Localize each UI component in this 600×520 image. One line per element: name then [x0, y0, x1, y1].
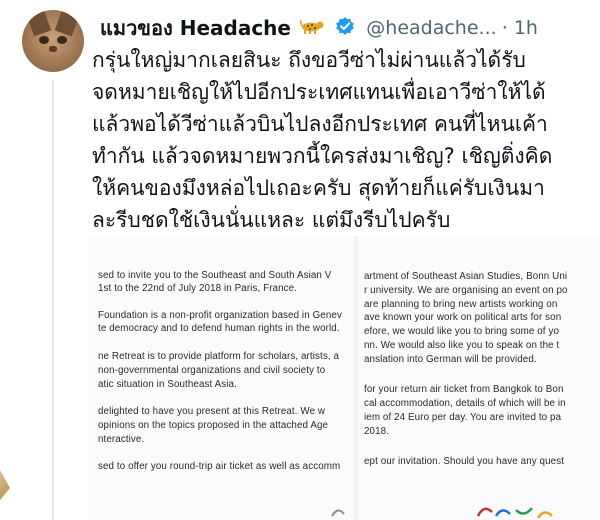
document-line: opinions on the topics proposed in the a… — [98, 420, 329, 431]
document-line: 1st to the 22nd of July 2018 in Paris, F… — [98, 283, 298, 294]
document-line: sed to offer you round-trip air ticket a… — [98, 461, 341, 472]
tweet-text-line: กรุ่นใหญ่มากเลยสินะ ถึงขอวีซ่าไม่ผ่านแล้… — [92, 48, 526, 72]
document-line: are planning to bring new artists workin… — [364, 299, 558, 310]
document-line: ept our invitation. Should you have any … — [364, 456, 565, 467]
document-line: nn. We would also like you to speak on t… — [364, 340, 560, 351]
document-line: 2018. — [364, 426, 390, 437]
tweet-header: แมวของ Headache @headache... · 1h — [100, 12, 600, 42]
tweet-timestamp[interactable]: · 1h — [502, 17, 538, 39]
tweet-text-line: ทำกัน แล้วจดหมายพวกนี้ใครส่งมาเชิญ? เชิญ… — [92, 144, 553, 168]
invitation-letter-image-right[interactable]: artment of Southeast Asian Studies, Bonn… — [358, 236, 600, 520]
author-handle[interactable]: @headache... — [366, 17, 496, 39]
document-line: efore, we would like you to bring some o… — [364, 326, 559, 337]
left-edge-decoration — [0, 470, 10, 500]
document-logo-squiggle — [331, 507, 553, 519]
tweet-text-line: ละรีบชดใช้เงินนั่นแหละ แต่มึงรีบไปครับ — [92, 208, 451, 232]
document-line: cal accommodation, details of which will… — [364, 398, 566, 409]
leopard-emoji-icon — [299, 18, 324, 38]
document-line: Foundation is a non-profit organization … — [98, 310, 342, 321]
document-line: for your return air ticket from Bangkok … — [364, 384, 564, 395]
thread-line — [52, 80, 54, 520]
document-line: r university. We are organising an event… — [364, 285, 568, 296]
document-line: te democracy and to defend human rights … — [98, 323, 340, 334]
avatar-cat-ear — [54, 10, 80, 37]
tweet-text-line: ให้คนของมึงหล่อไปเถอะครับ สุดท้ายก็แค่รั… — [92, 176, 545, 200]
tweet-media[interactable]: sed to invite you to the Southeast and S… — [88, 236, 600, 520]
author-display-name[interactable]: แมวของ Headache — [100, 16, 291, 40]
document-line: ave known your work on political arts fo… — [364, 312, 562, 323]
avatar-cat-ear — [26, 10, 52, 37]
invitation-letter-image-left[interactable]: sed to invite you to the Southeast and S… — [88, 236, 354, 520]
tweet-text-line: แล้วพอได้วีซ่าแล้วบินไปลงอีกประเทศ คนที่… — [92, 112, 548, 136]
document-line: ne Retreat is to provide platform for sc… — [98, 351, 340, 362]
document-line: nteractive. — [98, 434, 145, 445]
author-avatar[interactable] — [22, 10, 84, 72]
document-line: delighted to have you present at this Re… — [98, 406, 326, 417]
document-line: anslation into German will be provided. — [364, 354, 537, 365]
document-line: sed to invite you to the Southeast and S… — [98, 270, 332, 281]
document-line: iem of 24 Euro per day. You are invited … — [364, 412, 562, 423]
avatar-cat-eye — [57, 36, 67, 44]
tweet-text: กรุ่นใหญ่มากเลยสินะ ถึงขอวีซ่าไม่ผ่านแล้… — [92, 44, 600, 236]
avatar-cat-eye — [39, 36, 49, 44]
tweet-text-line: จดหมายเชิญให้ไปอีกประเทศแทนเพื่อเอาวีซ่า… — [92, 80, 546, 104]
document-line: non-governmental organizations and civil… — [98, 365, 326, 376]
document-line: atic situation in Southeast Asia. — [98, 379, 237, 390]
document-line: artment of Southeast Asian Studies, Bonn… — [364, 271, 568, 282]
avatar-cat-nose — [49, 46, 57, 52]
verified-badge-icon — [335, 16, 355, 40]
